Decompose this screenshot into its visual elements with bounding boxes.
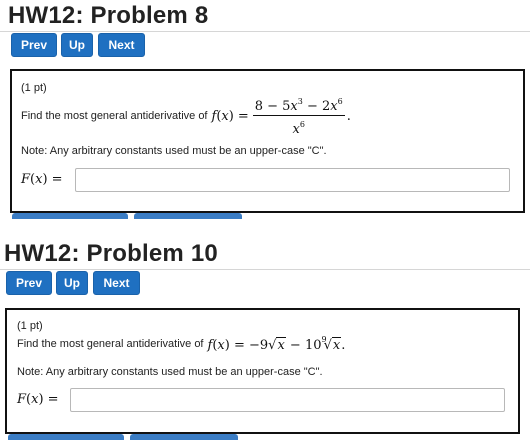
prompt-text: Find the most general antiderivative of xyxy=(21,110,208,122)
partially-visible-button[interactable] xyxy=(12,213,128,219)
title-divider xyxy=(0,31,530,32)
points-label: (1 pt) xyxy=(17,320,43,332)
points-label: (1 pt) xyxy=(21,82,47,94)
prev-button[interactable]: Prev xyxy=(6,271,52,295)
next-button[interactable]: Next xyxy=(93,271,140,295)
problem-10-title: HW12: Problem 10 xyxy=(4,240,218,267)
answer-label: F(x) = xyxy=(17,392,59,407)
prompt-text: Find the most general antiderivative of xyxy=(17,338,204,350)
title-divider xyxy=(0,269,530,270)
function-expression: f(x) = −9√x − 109√x. xyxy=(207,335,346,353)
partially-visible-button[interactable] xyxy=(130,434,238,440)
answer-label: F(x) = xyxy=(21,172,63,187)
up-button[interactable]: Up xyxy=(56,271,88,295)
note-text: Note: Any arbitrary constants used must … xyxy=(21,145,327,157)
up-button[interactable]: Up xyxy=(61,33,93,57)
answer-input[interactable] xyxy=(75,168,510,192)
problem-8-statement: Find the most general antiderivative of … xyxy=(21,97,351,137)
partially-visible-button[interactable] xyxy=(8,434,124,440)
problem-10-statement: Find the most general antiderivative of … xyxy=(17,334,345,354)
partially-visible-button[interactable] xyxy=(134,213,242,219)
note-text: Note: Any arbitrary constants used must … xyxy=(17,366,323,378)
answer-input[interactable] xyxy=(70,388,505,412)
prev-button[interactable]: Prev xyxy=(11,33,57,57)
function-expression: f(x) = 8 − 5x3 − 2x6 x6 . xyxy=(211,97,351,137)
problem-8-title: HW12: Problem 8 xyxy=(8,2,209,29)
next-button[interactable]: Next xyxy=(98,33,145,57)
